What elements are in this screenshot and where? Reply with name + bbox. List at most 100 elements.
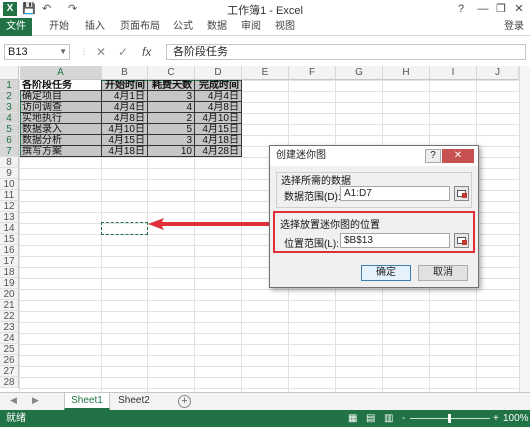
tab-formulas[interactable]: 公式 xyxy=(168,18,198,36)
minimize-button[interactable]: — xyxy=(474,1,492,17)
tab-file[interactable]: 文件 xyxy=(0,18,32,36)
table-header-cell[interactable]: 各阶段任务 xyxy=(20,80,102,91)
page-layout-view-icon[interactable]: ▤ xyxy=(366,410,375,427)
row-header[interactable]: 9 xyxy=(0,168,19,179)
vertical-scrollbar[interactable] xyxy=(519,66,530,392)
sheet-next-icon[interactable]: ▶ xyxy=(32,395,39,406)
row-header[interactable]: 28 xyxy=(0,377,19,388)
tab-insert[interactable]: 插入 xyxy=(80,18,110,36)
table-cell[interactable]: 数据分析 xyxy=(20,135,102,146)
row-header[interactable]: 23 xyxy=(0,322,19,333)
table-cell[interactable]: 4月10日 xyxy=(102,124,148,135)
row-header[interactable]: 7 xyxy=(0,146,19,157)
table-header-cell[interactable]: 完成时间 xyxy=(195,80,242,91)
data-range-picker-icon[interactable] xyxy=(454,186,469,201)
sheet-tab-sheet1[interactable]: Sheet1 xyxy=(64,393,110,410)
cancel-icon[interactable]: ✕ xyxy=(96,44,106,60)
select-all-corner[interactable] xyxy=(0,66,19,80)
table-header-cell[interactable]: 开始时间 xyxy=(102,80,148,91)
sheet-prev-icon[interactable]: ◀ xyxy=(10,395,17,406)
column-header-f[interactable]: F xyxy=(289,66,336,80)
zoom-out-button[interactable]: - xyxy=(402,410,405,427)
table-cell[interactable]: 4月4日 xyxy=(102,102,148,113)
tab-home[interactable]: 开始 xyxy=(44,18,74,36)
table-cell[interactable]: 4月28日 xyxy=(195,146,242,157)
column-header-d[interactable]: D xyxy=(195,66,242,80)
formula-input[interactable]: 各阶段任务 xyxy=(166,44,526,60)
table-cell[interactable]: 3 xyxy=(148,91,195,102)
row-header[interactable]: 26 xyxy=(0,355,19,366)
table-cell[interactable]: 实地执行 xyxy=(20,113,102,124)
row-header[interactable]: 24 xyxy=(0,333,19,344)
zoom-slider-thumb[interactable] xyxy=(448,414,451,423)
insert-function-icon[interactable]: fx xyxy=(142,44,151,60)
row-header[interactable]: 6 xyxy=(0,135,19,146)
table-cell[interactable]: 4月15日 xyxy=(195,124,242,135)
table-cell[interactable]: 访问调查 xyxy=(20,102,102,113)
target-cell-marquee[interactable] xyxy=(101,222,148,235)
row-header[interactable]: 12 xyxy=(0,201,19,212)
normal-view-icon[interactable]: ▦ xyxy=(348,410,357,427)
name-box[interactable]: B13 ▼ xyxy=(4,44,70,60)
row-header[interactable]: 16 xyxy=(0,245,19,256)
column-header-c[interactable]: C xyxy=(148,66,195,80)
data-range-input[interactable]: A1:D7 xyxy=(340,186,450,201)
table-cell[interactable]: 4月8日 xyxy=(102,113,148,124)
tab-review[interactable]: 审阅 xyxy=(236,18,266,36)
table-header-cell[interactable]: 耗费天数 xyxy=(148,80,195,91)
table-cell[interactable]: 3 xyxy=(148,135,195,146)
sheet-tab-sheet2[interactable]: Sheet2 xyxy=(112,393,156,410)
column-header-j[interactable]: J xyxy=(477,66,519,80)
dialog-help-button[interactable]: ? xyxy=(425,149,441,163)
page-break-view-icon[interactable]: ▥ xyxy=(384,410,393,427)
row-header[interactable]: 8 xyxy=(0,157,19,168)
chevron-down-icon[interactable]: ▼ xyxy=(59,45,67,59)
restore-button[interactable]: ❐ xyxy=(492,1,510,17)
table-cell[interactable]: 4月15日 xyxy=(102,135,148,146)
table-cell[interactable]: 撰写方案 xyxy=(20,146,102,157)
table-cell[interactable]: 4月4日 xyxy=(195,91,242,102)
zoom-level[interactable]: 100% xyxy=(503,410,529,427)
column-header-b[interactable]: B xyxy=(102,66,148,80)
location-range-input[interactable]: $B$13 xyxy=(340,233,450,248)
row-header[interactable]: 19 xyxy=(0,278,19,289)
row-header[interactable]: 21 xyxy=(0,300,19,311)
column-header-a[interactable]: A xyxy=(20,66,102,80)
column-header-h[interactable]: H xyxy=(383,66,430,80)
row-header[interactable]: 22 xyxy=(0,311,19,322)
table-cell[interactable]: 5 xyxy=(148,124,195,135)
close-button[interactable]: ✕ xyxy=(510,1,528,17)
dialog-close-button[interactable]: ✕ xyxy=(442,149,474,163)
zoom-in-button[interactable]: + xyxy=(493,410,499,427)
row-header[interactable]: 13 xyxy=(0,212,19,223)
table-cell[interactable]: 数据录入 xyxy=(20,124,102,135)
column-header-e[interactable]: E xyxy=(242,66,289,80)
row-header[interactable]: 27 xyxy=(0,366,19,377)
row-header[interactable]: 5 xyxy=(0,124,19,135)
row-header[interactable]: 4 xyxy=(0,113,19,124)
help-icon[interactable]: ? xyxy=(452,1,470,17)
column-header-g[interactable]: G xyxy=(336,66,383,80)
table-cell[interactable]: 4 xyxy=(148,102,195,113)
row-header[interactable]: 1 xyxy=(0,80,19,91)
tab-data[interactable]: 数据 xyxy=(202,18,232,36)
column-header-i[interactable]: I xyxy=(430,66,477,80)
row-header[interactable]: 2 xyxy=(0,91,19,102)
table-cell[interactable]: 10 xyxy=(148,146,195,157)
ok-button[interactable]: 确定 xyxy=(361,265,411,281)
table-cell[interactable]: 2 xyxy=(148,113,195,124)
table-cell[interactable]: 4月8日 xyxy=(195,102,242,113)
row-header[interactable]: 20 xyxy=(0,289,19,300)
tab-page-layout[interactable]: 页面布局 xyxy=(116,18,164,36)
location-range-picker-icon[interactable] xyxy=(454,233,469,248)
table-cell[interactable]: 确定项目 xyxy=(20,91,102,102)
table-cell[interactable]: 4月18日 xyxy=(195,135,242,146)
row-header[interactable]: 10 xyxy=(0,179,19,190)
table-cell[interactable]: 4月10日 xyxy=(195,113,242,124)
enter-icon[interactable]: ✓ xyxy=(118,44,128,60)
row-header[interactable]: 25 xyxy=(0,344,19,355)
add-sheet-icon[interactable]: + xyxy=(178,395,191,408)
row-header[interactable]: 14 xyxy=(0,223,19,234)
table-cell[interactable]: 4月1日 xyxy=(102,91,148,102)
cancel-button[interactable]: 取消 xyxy=(418,265,468,281)
